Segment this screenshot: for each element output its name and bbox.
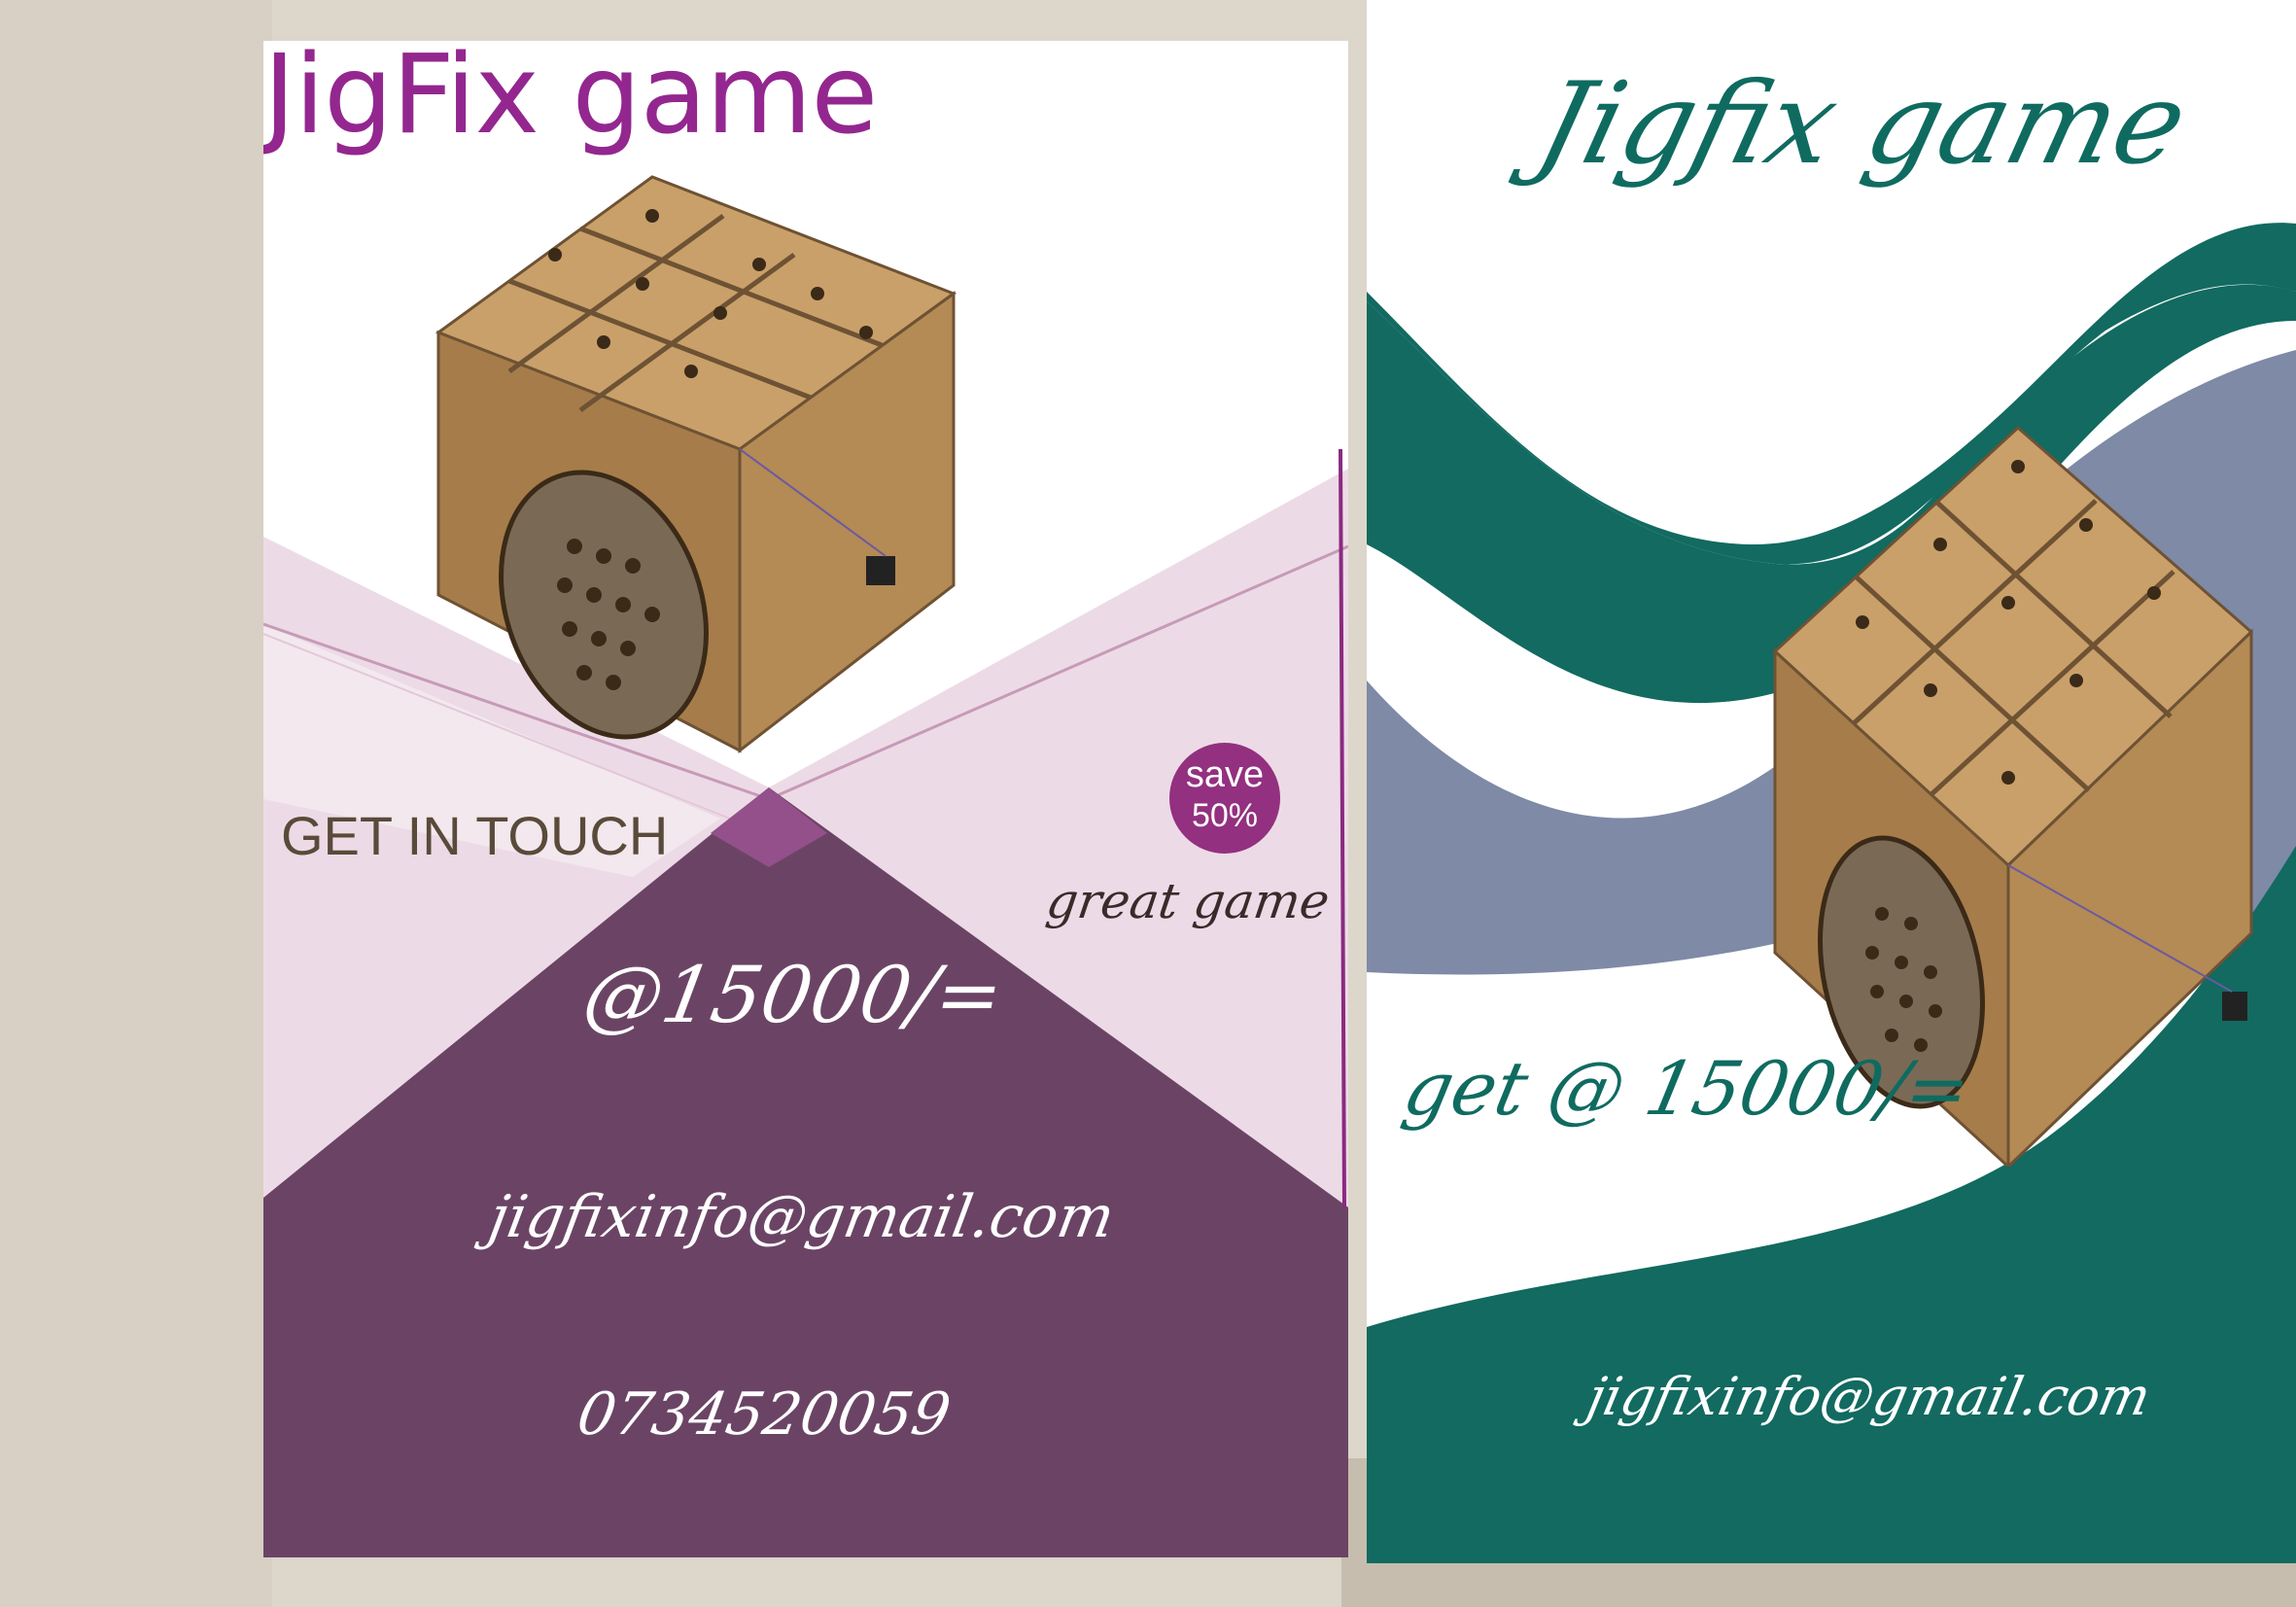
left-flyer-price: @15000/= bbox=[576, 950, 1010, 1040]
left-flyer-title: JigFix game bbox=[263, 41, 878, 158]
left-flyer: JigFix game GET IN TOUCH save 50% great … bbox=[263, 41, 1348, 1557]
tagline: great game bbox=[1042, 873, 1334, 929]
discount-badge: save 50% bbox=[1169, 743, 1280, 854]
right-flyer-price: get @ 15000/= bbox=[1396, 1045, 1979, 1132]
right-flyer-email[interactable]: jigfixinfo@gmail.com bbox=[1582, 1366, 2156, 1427]
badge-line2: 50% bbox=[1191, 797, 1259, 834]
wooden-puzzle-box-icon bbox=[435, 175, 957, 754]
badge-line1: save bbox=[1185, 754, 1265, 795]
get-in-touch-heading: GET IN TOUCH bbox=[281, 805, 669, 866]
left-flyer-email[interactable]: jigfixinfo@gmail.com bbox=[484, 1183, 1120, 1251]
left-flyer-phone[interactable]: 0734520059 bbox=[573, 1380, 956, 1449]
right-flyer: Jigfix game get @ 15000/= jigfixinfo@gma… bbox=[1367, 0, 2296, 1563]
right-flyer-title: Jigfix game bbox=[1525, 58, 2200, 190]
product-box-image bbox=[435, 175, 957, 754]
